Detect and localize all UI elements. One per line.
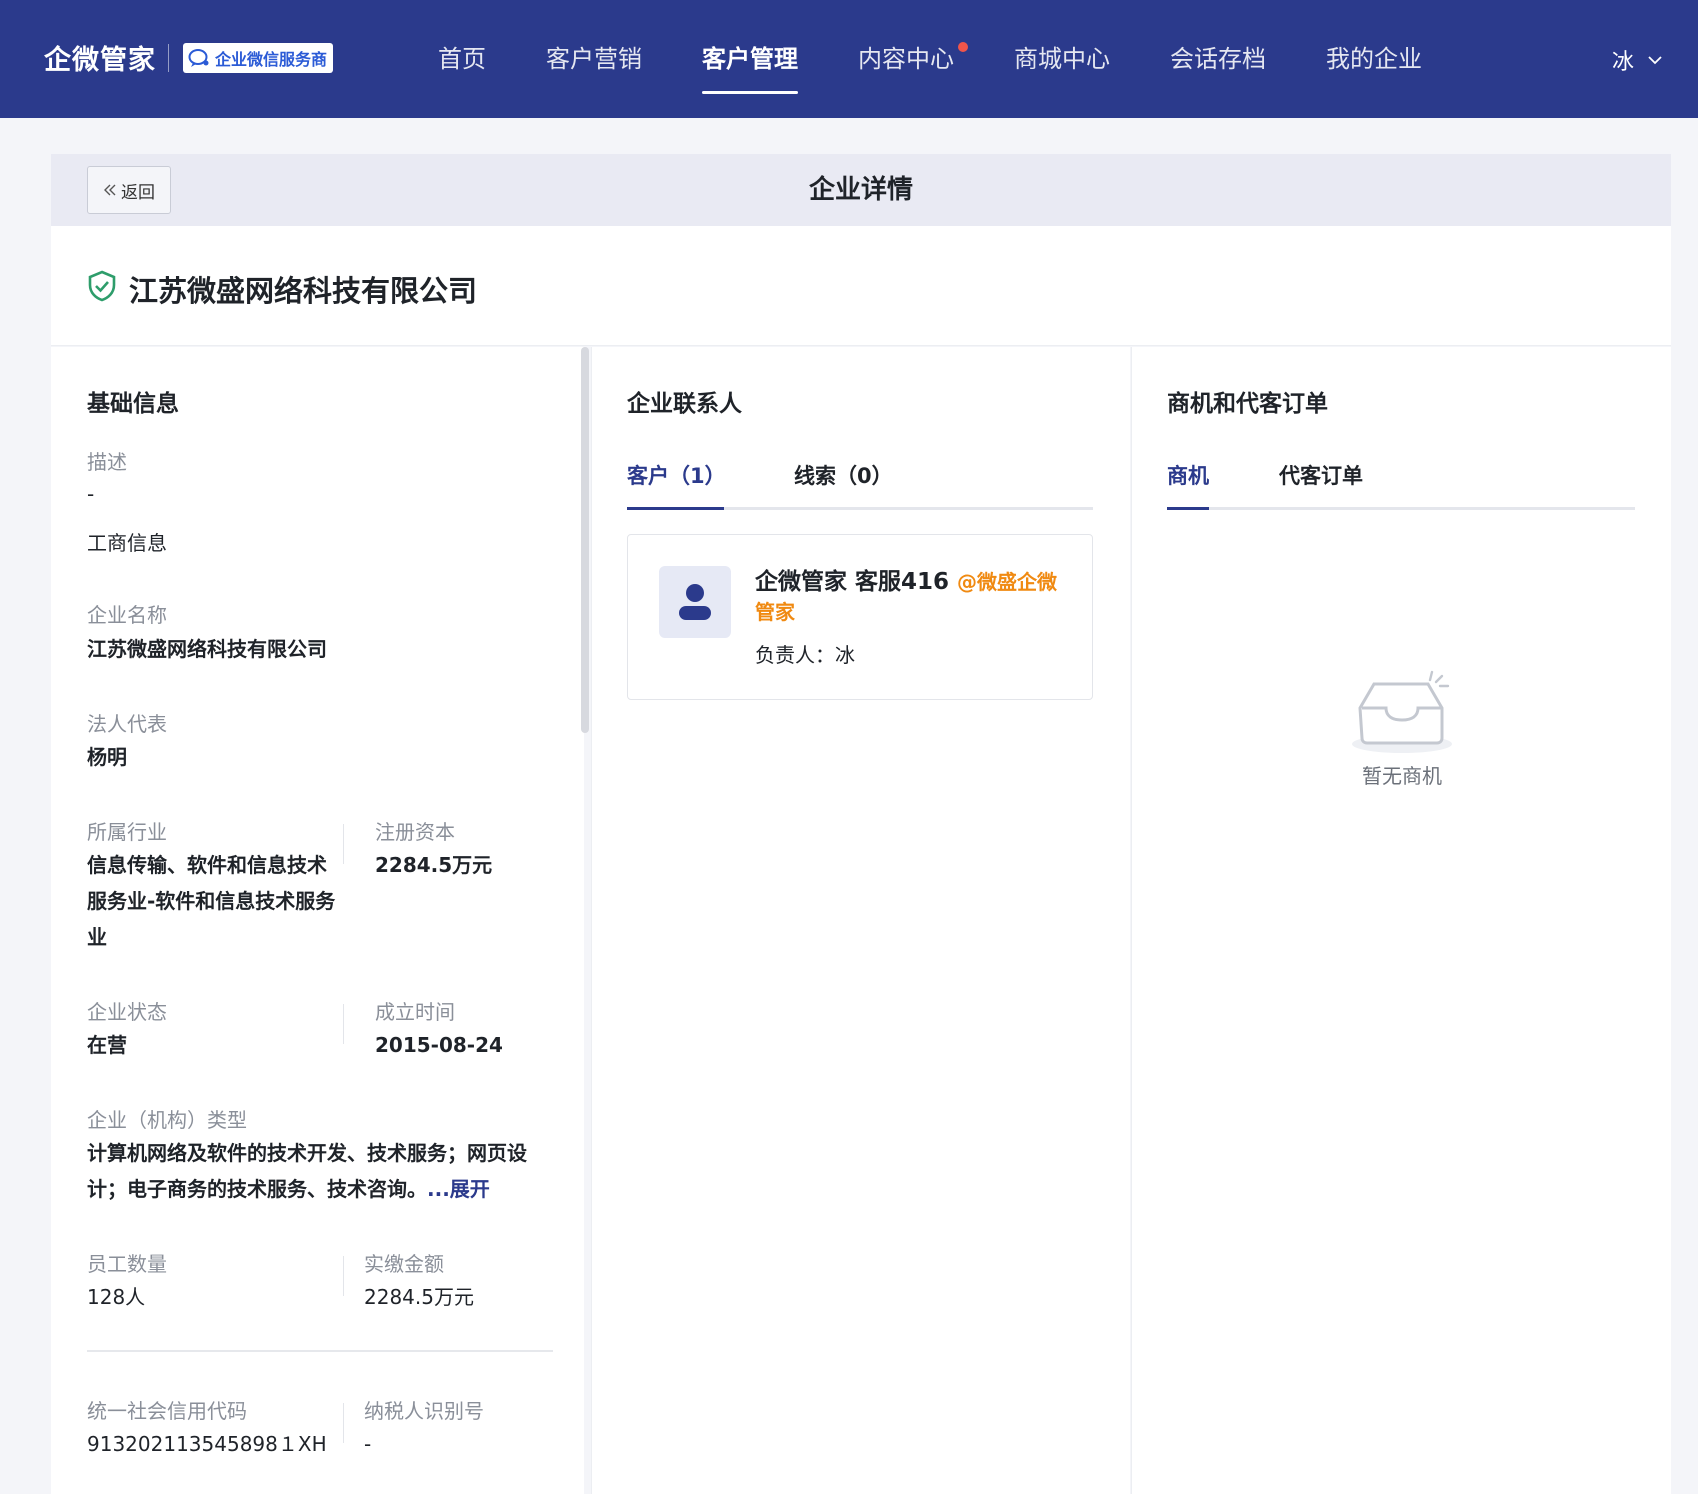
detail-header: 企业详情 返回 [51, 154, 1671, 226]
contacts-title: 企业联系人 [627, 391, 742, 417]
user-name: 冰 [1611, 50, 1634, 75]
staff-count-label: 员工数量 [87, 1252, 167, 1276]
empty-inbox-icon [1352, 670, 1452, 753]
avatar [659, 566, 731, 638]
brand-logo[interactable]: 企微管家 企业微信服务商 [44, 38, 334, 77]
credit-code-value: 913202113545898１XH [87, 1432, 327, 1456]
nav-mall-center[interactable]: 商城中心 [1014, 0, 1110, 118]
tab-leads[interactable]: 线索（0） [794, 452, 893, 507]
company-type-label: 企业（机构）类型 [87, 1108, 247, 1132]
taxpayer-id-value: - [364, 1432, 372, 1456]
section-divider [87, 1350, 553, 1352]
chevron-down-icon [1648, 56, 1662, 65]
scrollbar-thumb[interactable] [581, 347, 589, 733]
founded-date-label: 成立时间 [375, 1000, 455, 1024]
paid-capital-value: 2284.5万元 [364, 1285, 474, 1309]
opportunities-title: 商机和代客订单 [1167, 391, 1328, 417]
verified-shield-icon [88, 270, 116, 302]
taxpayer-id-label: 纳税人识别号 [364, 1399, 484, 1423]
opportunities-tabs: 商机 代客订单 [1167, 452, 1635, 510]
legal-rep-value: 杨明 [87, 745, 127, 769]
double-chevron-left-icon [104, 184, 116, 196]
nav-my-enterprise-label: 我的企业 [1326, 45, 1422, 73]
page-title: 企业详情 [808, 175, 913, 205]
founded-date-value: 2015-08-24 [375, 1033, 503, 1057]
contacts-panel [591, 347, 1130, 1494]
nav-content-center[interactable]: 内容中心 [858, 0, 968, 118]
service-provider-text: 企业微信服务商 [215, 49, 328, 69]
nav-customer-management-label: 客户管理 [702, 45, 798, 73]
description-value: - [87, 482, 95, 506]
registered-capital-value: 2284.5万元 [375, 853, 493, 877]
paid-capital-label: 实缴金额 [364, 1252, 444, 1276]
contacts-tabs: 客户（1） 线索（0） [627, 452, 1093, 510]
wecom-chat-icon [188, 48, 209, 67]
company-status-value: 在营 [87, 1033, 127, 1057]
nav-customer-marketing[interactable]: 客户营销 [546, 0, 642, 118]
field-divider [343, 1403, 344, 1443]
back-button-label: 返回 [121, 182, 155, 203]
tab-proxy-orders[interactable]: 代客订单 [1279, 452, 1363, 507]
brand-divider [168, 43, 169, 72]
main-nav: 首页 客户营销 客户管理 内容中心 商城中心 会话存档 我的企业 [438, 0, 1482, 118]
industry-label: 所属行业 [87, 820, 167, 844]
company-name: 江苏微盛网络科技有限公司 [129, 274, 478, 308]
tab-opportunities[interactable]: 商机 [1167, 452, 1209, 510]
nav-customer-marketing-label: 客户营销 [546, 45, 642, 73]
nav-home[interactable]: 首页 [438, 0, 486, 118]
user-avatar-icon [679, 584, 711, 620]
field-divider [343, 1004, 344, 1044]
nav-chat-archive[interactable]: 会话存档 [1170, 0, 1266, 118]
credit-code-label: 统一社会信用代码 [87, 1399, 247, 1423]
tab-customers[interactable]: 客户（1） [627, 452, 726, 510]
contact-card[interactable]: 企微管家 客服416 @微盛企微管家 负责人：冰 [627, 534, 1093, 700]
nav-mall-center-label: 商城中心 [1014, 45, 1110, 73]
company-header: 江苏微盛网络科技有限公司 [51, 226, 1671, 346]
empty-state-text: 暂无商机 [1362, 764, 1442, 788]
basic-info-title: 基础信息 [87, 391, 179, 417]
industry-value: 信息传输、软件和信息技术服务业-软件和信息技术服务业 [87, 853, 336, 949]
company-status-label: 企业状态 [87, 1000, 167, 1024]
description-label: 描述 [87, 450, 127, 474]
contact-name-text: 企微管家 客服416 [755, 569, 950, 595]
nav-customer-management[interactable]: 客户管理 [702, 0, 798, 118]
service-provider-badge: 企业微信服务商 [183, 42, 334, 73]
company-name-value: 江苏微盛网络科技有限公司 [87, 637, 327, 661]
company-name-label: 企业名称 [87, 603, 167, 627]
notification-dot [958, 42, 968, 52]
opportunities-panel [1131, 347, 1671, 1494]
field-divider [343, 1256, 344, 1296]
legal-rep-label: 法人代表 [87, 712, 167, 736]
staff-count-value: 128人 [87, 1285, 146, 1309]
registered-capital-label: 注册资本 [375, 820, 455, 844]
nav-home-label: 首页 [438, 45, 486, 73]
business-info-heading: 工商信息 [87, 531, 167, 555]
contact-name: 企微管家 客服416 @微盛企微管家 [755, 567, 1065, 627]
expand-link[interactable]: ...展开 [427, 1177, 490, 1201]
contact-owner: 负责人：冰 [755, 643, 855, 667]
brand-name: 企微管家 [44, 45, 156, 76]
nav-content-center-label: 内容中心 [858, 45, 954, 73]
nav-my-enterprise[interactable]: 我的企业 [1326, 0, 1422, 118]
user-menu[interactable]: 冰 [1612, 44, 1664, 76]
top-nav-bar: 企微管家 企业微信服务商 首页 客户营销 客户管理 内容中心 商城中心 会话存档… [0, 0, 1698, 118]
field-divider [343, 824, 344, 864]
back-button[interactable]: 返回 [87, 166, 171, 214]
company-type-value: 计算机网络及软件的技术开发、技术服务；网页设计；电子商务的技术服务、技术咨询。.… [87, 1135, 555, 1207]
nav-chat-archive-label: 会话存档 [1170, 45, 1266, 73]
